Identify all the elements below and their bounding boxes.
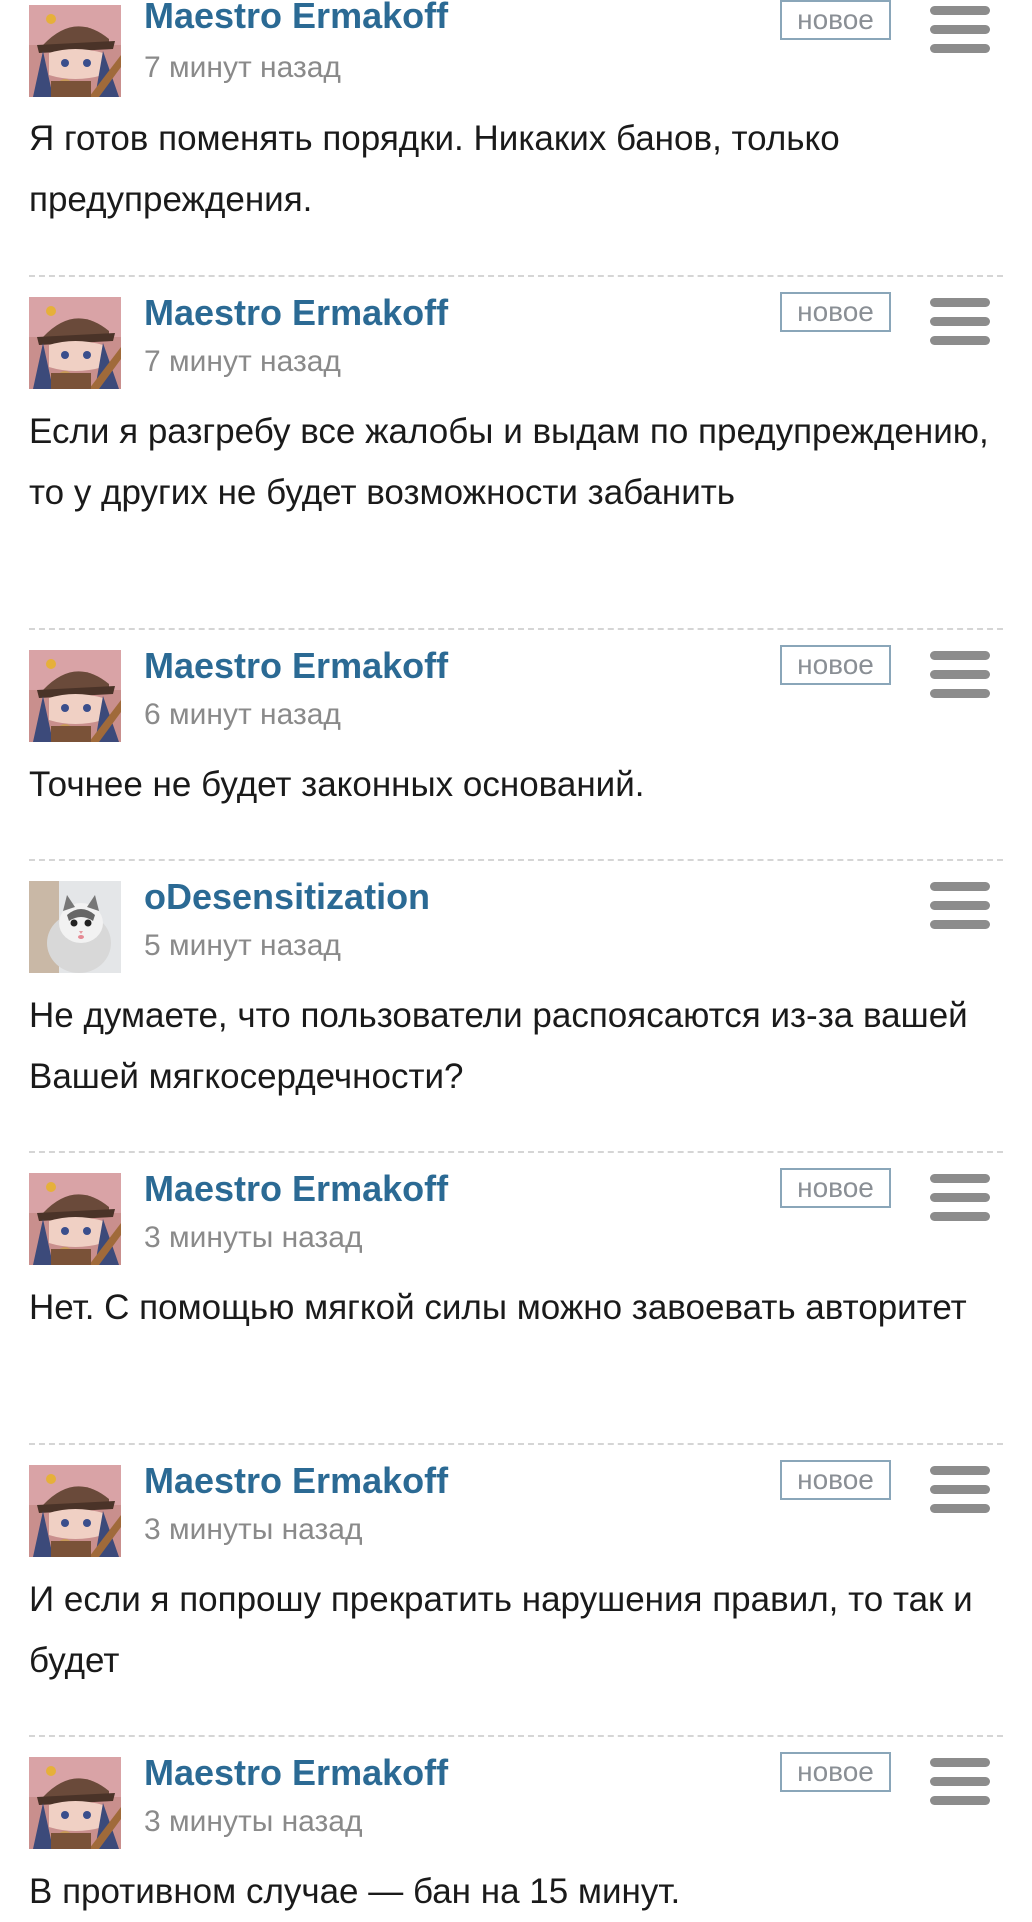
anime-avatar-image	[29, 1465, 121, 1557]
timestamp: 7 минут назад	[144, 51, 341, 84]
comment-divider	[29, 859, 1003, 861]
avatar[interactable]	[29, 1173, 121, 1265]
author-name[interactable]: Maestro Ermakoff	[144, 0, 448, 37]
new-badge: новое	[780, 292, 891, 332]
comment-divider	[29, 275, 1003, 277]
timestamp: 3 минуты назад	[144, 1805, 363, 1838]
hamburger-menu-icon[interactable]	[930, 1758, 990, 1806]
author-name[interactable]: Maestro Ermakoff	[144, 292, 448, 334]
kitten-avatar-image	[29, 881, 121, 973]
hamburger-menu-icon[interactable]	[930, 298, 990, 346]
new-badge: новое	[780, 0, 891, 40]
comment-text: Не думаете, что пользователи распоясаютс…	[29, 996, 968, 1096]
timestamp: 3 минуты назад	[144, 1221, 363, 1254]
author-name[interactable]: Maestro Ermakoff	[144, 1168, 448, 1210]
anime-avatar-image	[29, 5, 121, 97]
comment-text: Точнее не будет законных оснований.	[29, 765, 645, 804]
anime-avatar-image	[29, 297, 121, 389]
new-badge: новое	[780, 1752, 891, 1792]
anime-avatar-image	[29, 650, 121, 742]
hamburger-menu-icon[interactable]	[930, 1466, 990, 1514]
timestamp: 3 минуты назад	[144, 1513, 363, 1546]
comment-divider	[29, 1735, 1003, 1737]
anime-avatar-image	[29, 1173, 121, 1265]
new-badge: новое	[780, 1168, 891, 1208]
hamburger-menu-icon[interactable]	[930, 1174, 990, 1222]
hamburger-menu-icon[interactable]	[930, 651, 990, 699]
timestamp: 6 минут назад	[144, 698, 341, 731]
avatar[interactable]	[29, 881, 121, 973]
avatar[interactable]	[29, 297, 121, 389]
author-name[interactable]: Maestro Ermakoff	[144, 1460, 448, 1502]
timestamp: 7 минут назад	[144, 345, 341, 378]
anime-avatar-image	[29, 1757, 121, 1849]
hamburger-menu-icon[interactable]	[930, 882, 990, 930]
avatar[interactable]	[29, 650, 121, 742]
comment-text: Если я разгребу все жалобы и выдам по пр…	[29, 412, 989, 512]
author-name[interactable]: Maestro Ermakoff	[144, 1752, 448, 1794]
comment-text: И если я попрошу прекратить нарушения пр…	[29, 1580, 973, 1680]
author-name[interactable]: oDesensitization	[144, 876, 430, 918]
comment-divider	[29, 628, 1003, 630]
comment-text: В противном случае — бан на 15 минут.	[29, 1872, 681, 1911]
avatar[interactable]	[29, 1465, 121, 1557]
avatar[interactable]	[29, 5, 121, 97]
author-name[interactable]: Maestro Ermakoff	[144, 645, 448, 687]
comment-text: Я готов поменять порядки. Никаких банов,…	[29, 119, 840, 219]
avatar[interactable]	[29, 1757, 121, 1849]
hamburger-menu-icon[interactable]	[930, 6, 990, 54]
comment-text: Нет. С помощью мягкой силы можно завоева…	[29, 1288, 967, 1327]
comment-divider	[29, 1151, 1003, 1153]
new-badge: новое	[780, 645, 891, 685]
comment-divider	[29, 1443, 1003, 1445]
timestamp: 5 минут назад	[144, 929, 341, 962]
new-badge: новое	[780, 1460, 891, 1500]
